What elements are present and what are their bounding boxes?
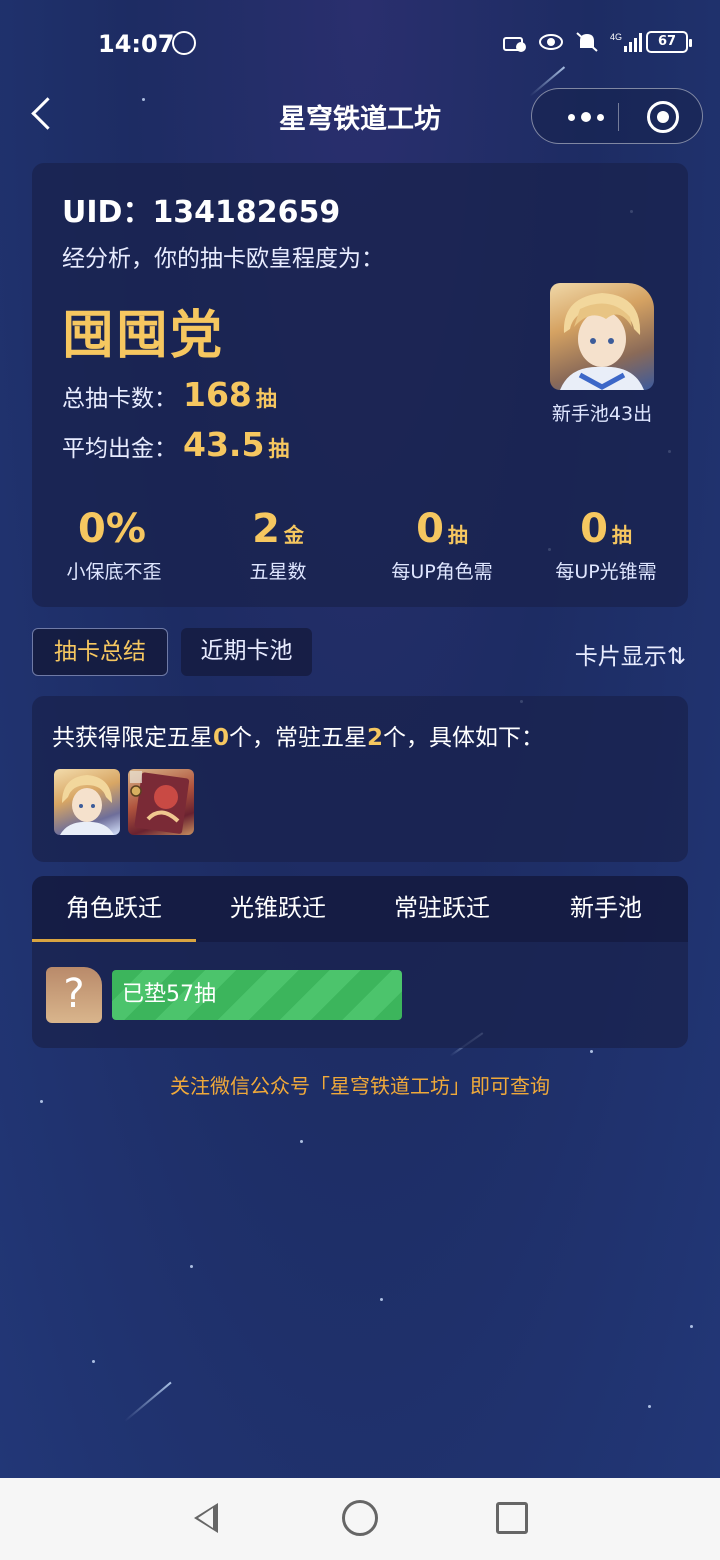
stat-label: 每UP角色需 bbox=[391, 561, 493, 583]
nav-home-icon[interactable] bbox=[342, 1500, 378, 1536]
capsule-divider bbox=[618, 103, 619, 131]
total-pulls-row: 总抽卡数： 168 抽 bbox=[62, 375, 277, 414]
stat-unit: 抽 bbox=[447, 523, 468, 547]
stat-value: 0 bbox=[416, 506, 444, 552]
miniprogram-capsule bbox=[531, 88, 703, 144]
stats-row: 0% 小保底不歪 2金 五星数 0抽 每UP角色需 0抽 每UP光锥需 bbox=[32, 503, 688, 593]
status-time: 14:07 bbox=[98, 30, 175, 58]
average-gold-row: 平均出金： 43.5 抽 bbox=[62, 425, 289, 464]
limited-count: 0 bbox=[213, 725, 230, 751]
follow-hint: 关注微信公众号「星穹铁道工坊」即可查询 bbox=[170, 1074, 550, 1098]
average-gold-unit: 抽 bbox=[268, 437, 290, 461]
tab-gacha-summary[interactable]: 抽卡总结 bbox=[32, 628, 168, 676]
luck-rank: 囤囤党 bbox=[62, 306, 225, 366]
mute-bell-icon bbox=[574, 30, 600, 54]
tab-lightcone-warp[interactable]: 光锥跃迁 bbox=[196, 876, 360, 942]
star bbox=[648, 1405, 651, 1408]
pity-progress-bar: 已垫57抽 bbox=[112, 970, 402, 1020]
stat-unit: 抽 bbox=[611, 523, 632, 547]
card-display-toggle[interactable]: 卡片显示⇅ bbox=[575, 637, 686, 671]
five-star-character-thumb[interactable] bbox=[54, 769, 120, 835]
five-star-card: 共获得限定五星0个，常驻五星2个，具体如下： bbox=[32, 696, 688, 862]
nav-back-icon[interactable] bbox=[188, 1500, 224, 1536]
uid-label: UID： bbox=[62, 195, 153, 230]
tab-recent-pools[interactable]: 近期卡池 bbox=[181, 628, 312, 676]
five-star-suffix: 个，具体如下： bbox=[383, 725, 545, 751]
five-star-middle: 个，常驻五星 bbox=[229, 725, 368, 751]
more-button[interactable] bbox=[556, 89, 616, 145]
signal-icon: 4G bbox=[610, 30, 642, 54]
close-miniprogram-button[interactable] bbox=[647, 101, 679, 133]
star bbox=[190, 1265, 193, 1268]
stat-item: 0抽 每UP光锥需 bbox=[524, 503, 688, 593]
pool-tabs: 角色跃迁 光锥跃迁 常驻跃迁 新手池 bbox=[32, 876, 688, 942]
total-pulls-value: 168 bbox=[183, 375, 252, 414]
star bbox=[40, 1100, 43, 1103]
star bbox=[590, 1050, 593, 1053]
five-star-summary: 共获得限定五星0个，常驻五星2个，具体如下： bbox=[52, 718, 544, 752]
unknown-character-icon: ? bbox=[46, 967, 102, 1023]
vpn-icon bbox=[502, 30, 528, 54]
stat-value: 0% bbox=[78, 506, 146, 552]
stat-label: 五星数 bbox=[249, 561, 307, 583]
pool-card: 角色跃迁 光锥跃迁 常驻跃迁 新手池 ? 已垫57抽 bbox=[32, 876, 688, 1048]
five-star-lightcone-thumb[interactable] bbox=[128, 769, 194, 835]
standard-count: 2 bbox=[367, 725, 384, 751]
tab-character-warp[interactable]: 角色跃迁 bbox=[32, 876, 196, 942]
shooting-star bbox=[124, 1381, 172, 1422]
tab-beginner-warp[interactable]: 新手池 bbox=[524, 876, 688, 942]
stat-label: 小保底不歪 bbox=[66, 561, 162, 583]
star bbox=[380, 1298, 383, 1301]
stat-unit: 金 bbox=[283, 523, 304, 547]
status-bar: 14:07 4G 67 bbox=[0, 0, 720, 88]
uid-value: 134182659 bbox=[152, 195, 341, 230]
star bbox=[690, 1325, 693, 1328]
average-gold-value: 43.5 bbox=[183, 425, 265, 464]
pity-progress-text: 已垫57抽 bbox=[122, 982, 216, 1007]
gesture-icon bbox=[172, 31, 196, 55]
stat-item: 2金 五星数 bbox=[196, 503, 360, 593]
uid-row: UID：134182659 bbox=[62, 187, 340, 231]
battery-icon: 67 bbox=[646, 31, 692, 53]
five-star-prefix: 共获得限定五星 bbox=[52, 725, 213, 751]
stat-value: 2 bbox=[252, 506, 280, 552]
stat-label: 每UP光锥需 bbox=[555, 561, 657, 583]
character-avatar[interactable] bbox=[550, 283, 654, 390]
star bbox=[300, 1140, 303, 1143]
star bbox=[92, 1360, 95, 1363]
summary-card: UID：134182659 经分析，你的抽卡欧皇程度为： 囤囤党 总抽卡数： 1… bbox=[32, 163, 688, 607]
stat-value: 0 bbox=[580, 506, 608, 552]
average-gold-label: 平均出金： bbox=[62, 436, 177, 462]
analysis-text: 经分析，你的抽卡欧皇程度为： bbox=[62, 246, 384, 272]
system-navigation-bar bbox=[0, 1478, 720, 1560]
avatar-caption: 新手池43出 bbox=[551, 403, 653, 425]
nav-recents-icon[interactable] bbox=[496, 1502, 528, 1534]
total-pulls-label: 总抽卡数： bbox=[62, 386, 177, 412]
eye-icon bbox=[538, 30, 564, 54]
svg-text:4G: 4G bbox=[610, 32, 622, 42]
tab-standard-warp[interactable]: 常驻跃迁 bbox=[360, 876, 524, 942]
stat-item: 0抽 每UP角色需 bbox=[360, 503, 524, 593]
stat-item: 0% 小保底不歪 bbox=[32, 503, 196, 593]
total-pulls-unit: 抽 bbox=[255, 387, 277, 411]
